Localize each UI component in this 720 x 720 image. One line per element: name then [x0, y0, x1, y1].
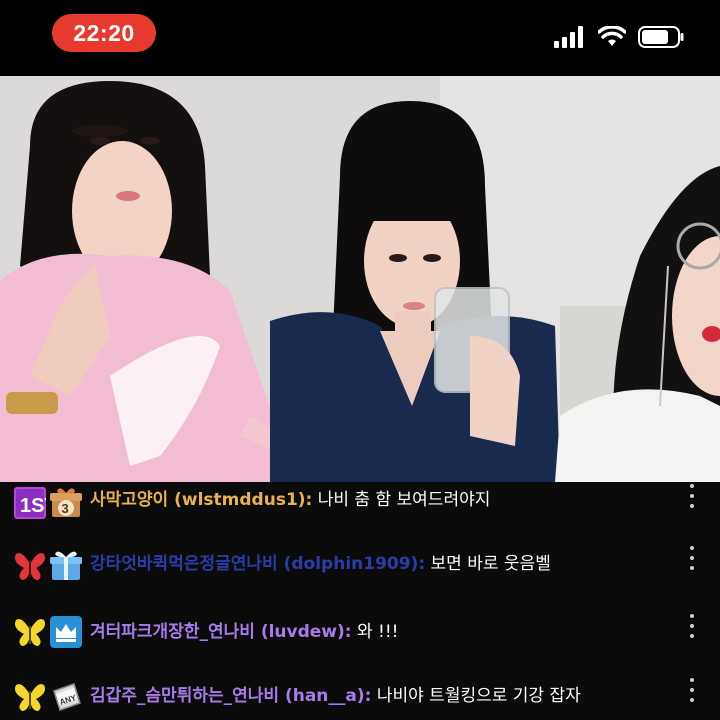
rank-badge-label: 1ST	[20, 495, 46, 517]
yellow-butterfly-icon	[15, 619, 45, 646]
clock-time: 22:20	[52, 14, 156, 52]
signal-icon	[554, 26, 583, 48]
chat-message-text: 김갑주_슴만튀하는_연나비 (han__a): 나비야 트월킹으로 기강 잡자	[90, 682, 581, 710]
chat-message: 강타엇바퀵먹은정글연나비 (dolphin1909): 보면 바로 웃음벨	[0, 546, 720, 586]
more-options-icon[interactable]	[688, 678, 696, 702]
live-video-feed[interactable]	[0, 76, 720, 482]
chat-body: 와 !!!	[356, 622, 399, 642]
more-options-icon[interactable]	[688, 614, 696, 638]
gift-box-icon	[50, 551, 82, 580]
red-butterfly-icon	[15, 553, 45, 580]
wifi-icon	[598, 26, 626, 46]
chat-message-text: 겨터파크개장한_연나비 (luvdew): 와 !!!	[90, 618, 398, 646]
chat-message: 1ST 3 사막고양이 (wlstmddus1): 나비 춤 함 보여드려야지	[0, 482, 720, 522]
yellow-butterfly-icon	[15, 684, 45, 711]
chat-message-text: 강타엇바퀵먹은정글연나비 (dolphin1909): 보면 바로 웃음벨	[90, 550, 551, 578]
status-bar: 22:20	[0, 0, 720, 76]
chat-username[interactable]: 겨터파크개장한_연나비 (luvdew):	[90, 622, 352, 642]
battery-icon	[638, 26, 684, 48]
chat-username[interactable]: 사막고양이 (wlstmddus1):	[90, 490, 312, 510]
status-icons	[554, 26, 684, 48]
chat-panel[interactable]: 1ST 3 사막고양이 (wlstmddus1): 나비 춤 함 보여드려야지 …	[0, 482, 720, 720]
crown-icon	[50, 616, 82, 648]
chat-body: 나비야 트월킹으로 기강 잡자	[376, 686, 581, 706]
chat-body: 나비 춤 함 보여드려야지	[317, 490, 491, 510]
chat-message: ANY 김갑주_슴만튀하는_연나비 (han__a): 나비야 트월킹으로 기강…	[0, 678, 720, 718]
chat-username[interactable]: 강타엇바퀵먹은정글연나비 (dolphin1909):	[90, 554, 425, 574]
chat-message-text: 사막고양이 (wlstmddus1): 나비 춤 함 보여드려야지	[90, 486, 490, 514]
more-options-icon[interactable]	[688, 484, 696, 508]
video-frame	[0, 76, 720, 482]
any-ticket-icon: ANY	[53, 683, 81, 711]
gift-level-badge: 3	[50, 488, 82, 517]
chat-username[interactable]: 김갑주_슴만튀하는_연나비 (han__a):	[90, 686, 371, 706]
chat-message: 겨터파크개장한_연나비 (luvdew): 와 !!!	[0, 614, 720, 654]
gift-level-number: 3	[62, 501, 69, 516]
chat-body: 보면 바로 웃음벨	[430, 554, 551, 574]
first-rank-badge: 1ST	[14, 487, 46, 519]
more-options-icon[interactable]	[688, 546, 696, 570]
